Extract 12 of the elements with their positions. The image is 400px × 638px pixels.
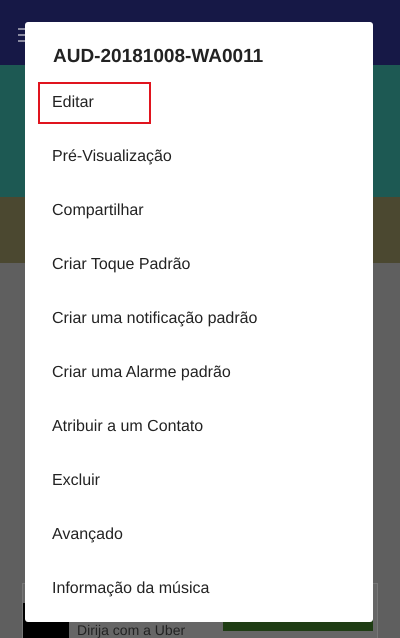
menu-item[interactable]: Atribuir a um Contato (25, 400, 218, 454)
menu-item[interactable]: Criar uma notificação padrão (25, 292, 272, 346)
dialog-title: AUD-20181008-WA0011 (52, 46, 264, 68)
menu-item[interactable]: Criar uma Alarme padrão (25, 346, 245, 400)
menu-item[interactable]: Excluir (25, 454, 114, 508)
ad-text: Dirija com a Uber (77, 622, 186, 638)
menu-item[interactable]: Informação da música (25, 562, 224, 616)
menu-item[interactable]: Compartilhar (25, 184, 158, 238)
menu-item[interactable]: Editar (38, 82, 151, 124)
menu-item[interactable]: Criar Toque Padrão (25, 238, 204, 292)
menu-item[interactable]: Avançado (25, 508, 137, 562)
menu-item[interactable]: Pré-Visualização (25, 130, 186, 184)
